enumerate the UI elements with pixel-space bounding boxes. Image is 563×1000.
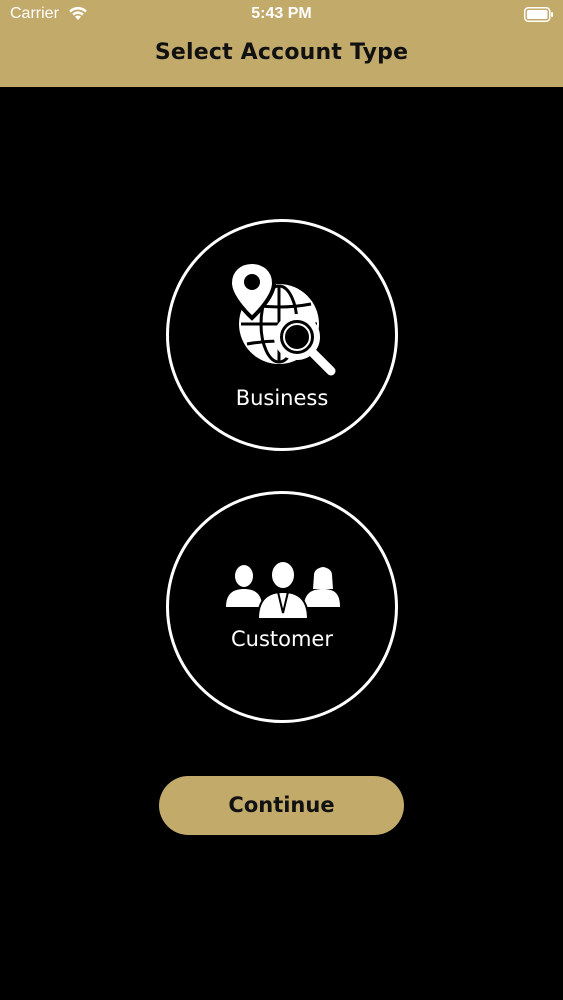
battery-icon [524,7,553,22]
continue-button[interactable]: Continue [159,776,404,835]
customer-label: Customer [230,627,333,651]
business-account-option[interactable]: Business [166,219,398,451]
status-bar: Carrier 5:43 PM [0,0,563,30]
people-group-icon [226,561,340,620]
status-time: 5:43 PM [251,5,312,22]
page-title: Select Account Type [154,40,409,65]
customer-account-option[interactable]: Customer [166,491,398,723]
header-bar: Carrier 5:43 PM Select Account Type [0,0,563,87]
business-label: Business [235,386,329,410]
globe-search-pin-icon [227,260,336,376]
